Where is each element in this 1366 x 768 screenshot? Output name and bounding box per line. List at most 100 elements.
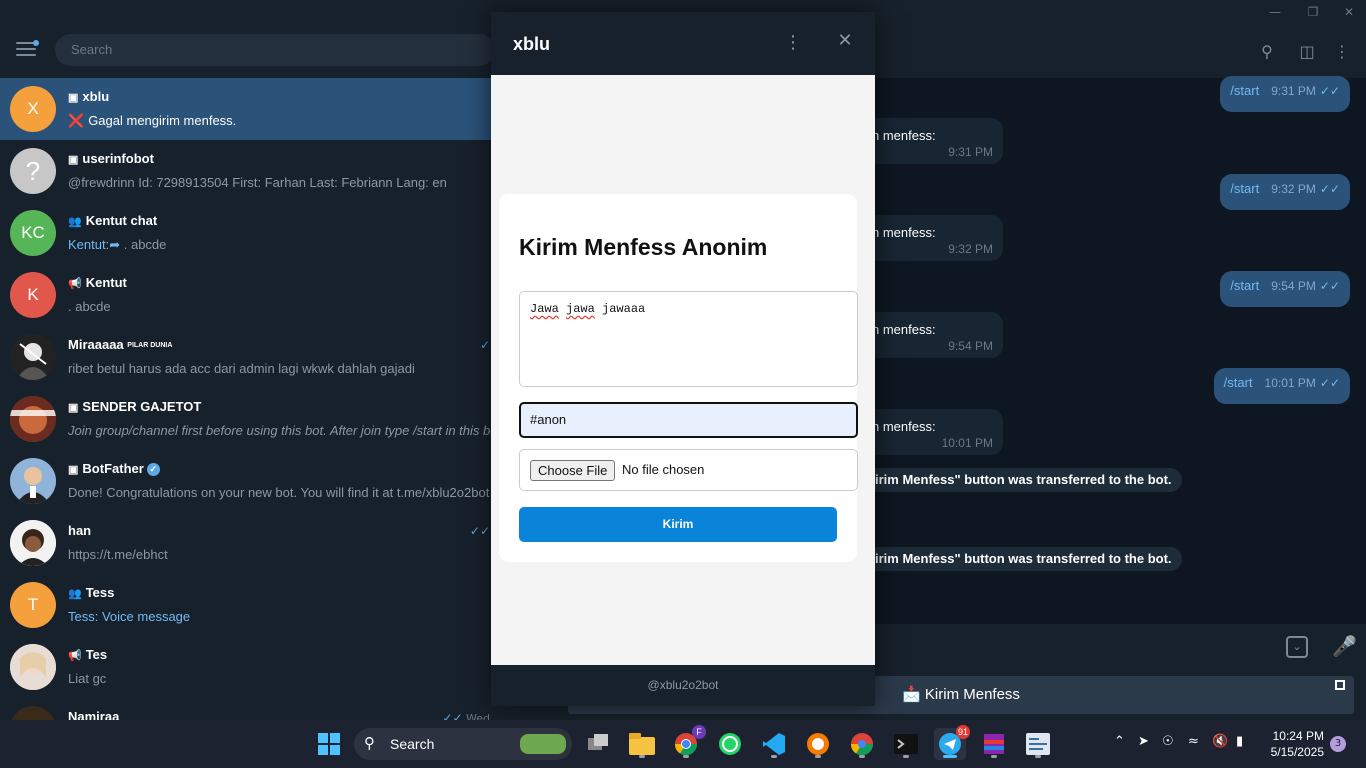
hashtag-input[interactable]: #anon: [519, 402, 858, 438]
search-icon: ⚲: [364, 734, 375, 752]
chat-item-namiraa[interactable]: Namiraa ✓✓ Wed: [0, 698, 500, 720]
chat-item-kentut[interactable]: K 📢 Kentut . abcde: [0, 264, 500, 326]
avatar: [10, 644, 56, 690]
chat-time: ✓✓ Wed: [442, 711, 490, 720]
read-check-icon: ✓: [479, 338, 490, 352]
more-options-icon[interactable]: ⋮: [1331, 40, 1353, 62]
chat-preview: . abcde: [68, 299, 111, 314]
message-textarea[interactable]: Jawa jawa jawaaa: [519, 291, 858, 387]
envelope-icon: 📩: [902, 686, 921, 703]
outgoing-message[interactable]: /start 9:31 PM ✓✓: [1220, 76, 1350, 112]
chat-item-miraaaaa[interactable]: Miraaaaa PILAR DUNIA ribet betul harus a…: [0, 326, 500, 388]
chat-name: ▣ SENDER GAJETOT: [68, 399, 202, 414]
incoming-message[interactable]: n menfess: 10:01 PM: [860, 409, 1003, 455]
search-input[interactable]: Search: [55, 34, 495, 66]
chat-name: ▣ userinfobot: [68, 151, 154, 166]
double-check-icon: ✓✓: [1319, 84, 1340, 98]
chat-name: 📢 Tes: [68, 647, 108, 662]
chat-preview: ribet betul harus ada acc dari admin lag…: [68, 361, 415, 376]
wifi-icon[interactable]: ≈: [1188, 734, 1199, 749]
chat-name: ▣ BotFather ✓: [68, 461, 160, 477]
cross-mark-icon: ❌: [68, 113, 85, 128]
minimize-icon[interactable]: —: [1258, 0, 1292, 24]
chat-name: ▣ xblu: [68, 89, 110, 104]
chat-name: han: [68, 523, 92, 538]
read-check-icon: ✓✓: [469, 524, 490, 538]
outgoing-message[interactable]: /start 10:01 PM ✓✓: [1213, 368, 1350, 404]
search-highlight-image: [520, 734, 566, 754]
kirim-button[interactable]: Kirim: [519, 507, 837, 542]
sidebar-toggle-icon[interactable]: ◫: [1296, 40, 1318, 62]
close-icon[interactable]: ✕: [834, 30, 856, 52]
webview: Kirim Menfess Anonim Jawa jawa jawaaa #a…: [491, 75, 875, 665]
chevron-up-icon[interactable]: ⌃: [1114, 734, 1125, 749]
restore-icon[interactable]: ❐: [1296, 0, 1330, 24]
incoming-message[interactable]: n menfess: 9:31 PM: [860, 118, 1003, 164]
chat-preview: Done! Congratulations on your new bot. Y…: [68, 485, 490, 500]
telegram-tray-icon[interactable]: ➤: [1138, 734, 1149, 749]
chat-name: 📢 Kentut: [68, 275, 127, 290]
search-icon[interactable]: ⚲: [1256, 40, 1278, 62]
chat-list-pane: Search X ▣ xblu ❌ Gagal mengirim menfess. …: [0, 24, 500, 720]
group-icon: 👥: [68, 588, 82, 600]
windows-start-icon[interactable]: [313, 728, 345, 760]
chat-item-tess[interactable]: T 👥 Tess Tess: Voice message: [0, 574, 500, 636]
file-status: No file chosen: [622, 462, 705, 477]
chat-preview: https://t.me/ebhct: [68, 547, 168, 562]
taskbar-search[interactable]: ⚲ Search: [354, 728, 572, 760]
vscode-icon[interactable]: [758, 728, 790, 760]
chat-item-han[interactable]: han https://t.me/ebhct ✓✓: [0, 512, 500, 574]
outgoing-message[interactable]: /start 9:32 PM ✓✓: [1220, 174, 1350, 210]
forward-icon: ➦: [109, 237, 121, 252]
chat-name: Miraaaaa PILAR DUNIA: [68, 337, 173, 352]
clock[interactable]: 10:24 PM 5/15/2025: [1262, 728, 1324, 760]
winrar-icon[interactable]: [978, 728, 1010, 760]
service-message: irim Menfess" button was transferred to …: [865, 547, 1182, 571]
chat-preview: Tess: Voice message: [68, 609, 191, 624]
volume-muted-icon[interactable]: 🔇: [1212, 734, 1228, 749]
bot-icon: ▣: [68, 464, 79, 476]
avatar: K: [10, 272, 56, 318]
popup-footer: @xblu2o2bot: [647, 678, 719, 692]
chat-name: 👥 Kentut chat: [68, 213, 158, 228]
whatsapp-icon[interactable]: [714, 728, 746, 760]
close-window-icon[interactable]: ✕: [1332, 0, 1366, 24]
double-check-icon: ✓✓: [1319, 376, 1340, 390]
battery-icon[interactable]: ▮: [1236, 734, 1243, 749]
notepad-icon[interactable]: [1022, 728, 1054, 760]
incoming-message[interactable]: n menfess: 9:32 PM: [860, 215, 1003, 261]
chrome-icon[interactable]: F: [670, 725, 706, 760]
chat-item-tes[interactable]: 📢 Tes Liat gc: [0, 636, 500, 698]
vpn-app-icon[interactable]: [802, 728, 834, 760]
headset-icon[interactable]: ☉: [1162, 734, 1174, 749]
outgoing-message[interactable]: /start 9:54 PM ✓✓: [1220, 271, 1350, 307]
popup-menu-icon[interactable]: ⋮: [783, 32, 803, 54]
channel-icon: 📢: [68, 650, 82, 662]
verified-icon: ✓: [146, 463, 160, 477]
bot-icon: ▣: [68, 154, 79, 166]
chat-item-kentut-chat[interactable]: KC 👥 Kentut chat Kentut:➦ . abcde: [0, 202, 500, 264]
file-explorer-icon[interactable]: [626, 728, 658, 760]
channel-icon: 📢: [68, 278, 82, 290]
avatar: [10, 458, 56, 504]
bot-keyboard-icon[interactable]: ⌄: [1286, 636, 1308, 658]
terminal-icon[interactable]: [890, 728, 922, 760]
avatar: X: [10, 86, 56, 132]
taskbar: ⚲ Search F 91 ⌃ ➤ ☉ ≈ 🔇 ▮ 10:24 PM 5/15/2…: [0, 720, 1366, 768]
microphone-icon[interactable]: 🎤: [1332, 634, 1357, 658]
popup-title: xblu: [513, 34, 551, 54]
incoming-message[interactable]: n menfess: 9:54 PM: [860, 312, 1003, 358]
notification-badge[interactable]: 3: [1330, 736, 1346, 752]
chat-name: Namiraa: [68, 709, 120, 720]
chat-item-xblu[interactable]: X ▣ xblu ❌ Gagal mengirim menfess.: [0, 78, 500, 140]
chrome-profile-icon[interactable]: [846, 728, 878, 760]
chat-item-botfather[interactable]: ▣ BotFather ✓ Done! Congratulations on you…: [0, 450, 500, 512]
service-message: irim Menfess" button was transferred to …: [865, 468, 1182, 492]
task-view-icon[interactable]: [582, 728, 614, 760]
choose-file-button[interactable]: Choose File: [530, 460, 616, 481]
telegram-icon[interactable]: 91: [934, 725, 970, 760]
chat-item-userinfobot[interactable]: ? ▣ userinfobot @frewdrinn Id: 7298913504…: [0, 140, 500, 202]
avatar: [10, 520, 56, 566]
chat-item-sender-gajetot[interactable]: ▣ SENDER GAJETOT Join group/channel first…: [0, 388, 500, 450]
chat-list: X ▣ xblu ❌ Gagal mengirim menfess. ? ▣ user…: [0, 78, 500, 720]
